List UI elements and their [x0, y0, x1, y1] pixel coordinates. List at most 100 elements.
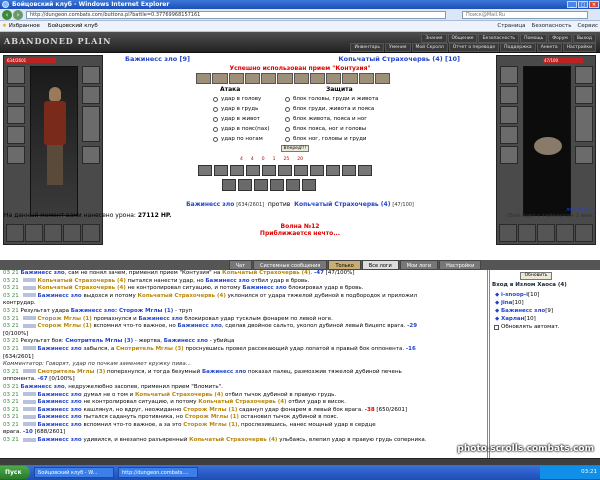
- skill-button[interactable]: [214, 165, 228, 176]
- browser-tab[interactable]: Бойцовский клуб: [48, 21, 98, 32]
- log-name[interactable]: Сторож Мглы (1): [38, 316, 92, 322]
- quick-item[interactable]: [342, 73, 358, 84]
- menu-exit[interactable]: Выход: [572, 34, 596, 43]
- skill-button[interactable]: [358, 165, 372, 176]
- log-name[interactable]: Копьчатый Страхочервь (4): [38, 278, 126, 284]
- skill-button[interactable]: [270, 179, 284, 191]
- earring-slot[interactable]: [82, 66, 100, 84]
- defense-option-4[interactable]: блок пояса, ног и головы: [285, 124, 378, 134]
- log-name[interactable]: Копьчатый Страхочервь (4): [222, 270, 310, 276]
- skill-button[interactable]: [310, 165, 324, 176]
- log-name[interactable]: Бажинесс зло: [242, 285, 286, 291]
- log-name[interactable]: Бажинесс зло: [138, 316, 182, 322]
- attack-option-belt[interactable]: удар в пояс(пах): [213, 124, 269, 134]
- menu-forum[interactable]: Форум: [548, 34, 572, 43]
- quick-item[interactable]: [212, 73, 228, 84]
- skill-button[interactable]: [342, 165, 356, 176]
- log-name[interactable]: Сторож Мглы (1): [183, 407, 237, 413]
- belt-slot[interactable]: [7, 146, 25, 164]
- menu-settings[interactable]: Настройки: [562, 43, 596, 52]
- minimize-button[interactable]: _: [567, 1, 577, 8]
- menu-scroll[interactable]: Мой Скролл: [411, 43, 448, 52]
- log-name[interactable]: Бажинесс зло: [38, 437, 82, 443]
- tab-all-logs[interactable]: Все логи: [361, 260, 399, 270]
- player-list-item[interactable]: ◆ i-snoop-i[10]: [495, 291, 553, 299]
- skill-button[interactable]: [222, 179, 236, 191]
- player-list-name[interactable]: jina: [501, 300, 512, 306]
- quick-item[interactable]: [228, 73, 244, 84]
- refresh-button[interactable]: Обновить: [520, 272, 552, 280]
- menu-knowledge[interactable]: Знания: [421, 34, 447, 43]
- safety-menu[interactable]: Безопасность: [532, 21, 572, 32]
- vs-enemy-name[interactable]: Копьчатый Страхочервь (4): [294, 201, 390, 208]
- log-name[interactable]: Смотритель Мглы (3): [38, 369, 106, 375]
- log-name[interactable]: Бажинесс зло: [38, 293, 82, 299]
- quick-item[interactable]: [277, 73, 293, 84]
- defense-option-3[interactable]: блок живота, пояса и ног: [285, 114, 378, 124]
- skill-button[interactable]: [198, 165, 212, 176]
- attack-option-stomach[interactable]: удар в живот: [213, 114, 269, 124]
- attack-option-head[interactable]: удар в голову: [213, 94, 269, 104]
- player-list-name[interactable]: Бажинесс зло: [501, 308, 545, 314]
- player-list-item[interactable]: ◆ jina[10]: [495, 299, 553, 307]
- auto-update-toggle[interactable]: Обновлять автомат.: [494, 324, 560, 330]
- page-menu[interactable]: Страница: [497, 21, 525, 32]
- quick-item[interactable]: [326, 73, 342, 84]
- log-name[interactable]: Сторож Мглы (1): [38, 323, 92, 329]
- log-name[interactable]: Копьчатый Страхочервь (4): [38, 285, 126, 291]
- quick-item[interactable]: [309, 73, 325, 84]
- tab-chat[interactable]: Чат: [228, 260, 253, 270]
- quick-item[interactable]: [261, 73, 277, 84]
- log-name[interactable]: Бажинесс зло: [21, 270, 65, 276]
- log-name[interactable]: Бажинесс зло: [38, 399, 82, 405]
- tab-system[interactable]: Системные сообщения: [253, 260, 328, 270]
- quick-item[interactable]: [358, 73, 374, 84]
- vs-player-name[interactable]: Бажинесс зло: [186, 201, 234, 208]
- skill-button[interactable]: [278, 165, 292, 176]
- taskbar-item[interactable]: Бойцовский клуб - W...: [34, 467, 114, 478]
- player-list-item[interactable]: ◆ Бажинесс зло[9]: [495, 307, 553, 315]
- search-input[interactable]: Поиск@Mail.Ru: [462, 11, 588, 19]
- quick-item[interactable]: [244, 73, 260, 84]
- menu-profile[interactable]: Анкета: [536, 43, 562, 52]
- helmet-slot[interactable]: [7, 66, 25, 84]
- weapon-slot[interactable]: [7, 106, 25, 124]
- enemy-name[interactable]: Копьчатый Страхочервь (4) [10]: [338, 55, 460, 63]
- log-name[interactable]: Бажинесс зло: [38, 407, 82, 413]
- forward-icon[interactable]: ›: [13, 10, 23, 20]
- log-name[interactable]: Копьчатый Страхочервь (4): [135, 392, 223, 398]
- forward-button[interactable]: Вперед!!!: [281, 145, 309, 152]
- amulet-slot[interactable]: [7, 86, 25, 104]
- chat-input-strip[interactable]: [0, 458, 600, 465]
- log-name[interactable]: Бажинесс зло: [38, 422, 82, 428]
- log-name[interactable]: Сторож Мглы (1): [185, 414, 239, 420]
- quick-item[interactable]: [196, 73, 212, 84]
- back-icon[interactable]: ‹: [2, 10, 12, 20]
- attack-option-legs[interactable]: удар по ногам: [213, 134, 269, 144]
- skill-button[interactable]: [230, 165, 244, 176]
- log-name[interactable]: Копьчатый Страхочервь (4): [198, 399, 286, 405]
- tab-settings[interactable]: Настройки: [439, 260, 482, 270]
- menu-inventory[interactable]: Инвентарь: [350, 43, 385, 52]
- skill-button[interactable]: [238, 179, 252, 191]
- boots-slot[interactable]: [82, 146, 100, 164]
- log-name[interactable]: Смотритель Мглы (3): [116, 346, 184, 352]
- start-button[interactable]: Пуск: [0, 466, 30, 479]
- log-name[interactable]: Бажинесс зло: [178, 323, 222, 329]
- log-name[interactable]: Бажинесс зло: [202, 369, 246, 375]
- attack-option-chest[interactable]: удар в грудь: [213, 104, 269, 114]
- player-list-name[interactable]: Харлан: [501, 316, 524, 322]
- menu-skills[interactable]: Умения: [385, 43, 411, 52]
- log-name[interactable]: Копьчатый Страхочервь (4): [138, 293, 226, 299]
- log-name[interactable]: Сторож Мглы (1): [183, 422, 237, 428]
- shield-slot[interactable]: [82, 106, 100, 142]
- skill-button[interactable]: [246, 165, 260, 176]
- log-name[interactable]: Бажинесс зло: [38, 392, 82, 398]
- defense-option-5[interactable]: блок ног, головы и груди: [285, 134, 378, 144]
- log-name[interactable]: Бажинесс зло: [164, 338, 208, 344]
- log-name[interactable]: Бажинесс зло: Сторож Мглы (1): [71, 308, 174, 314]
- skill-button[interactable]: [326, 165, 340, 176]
- menu-security[interactable]: Безопасность: [478, 34, 520, 43]
- tab-my-logs[interactable]: Мои логи: [399, 260, 439, 270]
- log-name[interactable]: Бажинесс зло: [205, 278, 249, 284]
